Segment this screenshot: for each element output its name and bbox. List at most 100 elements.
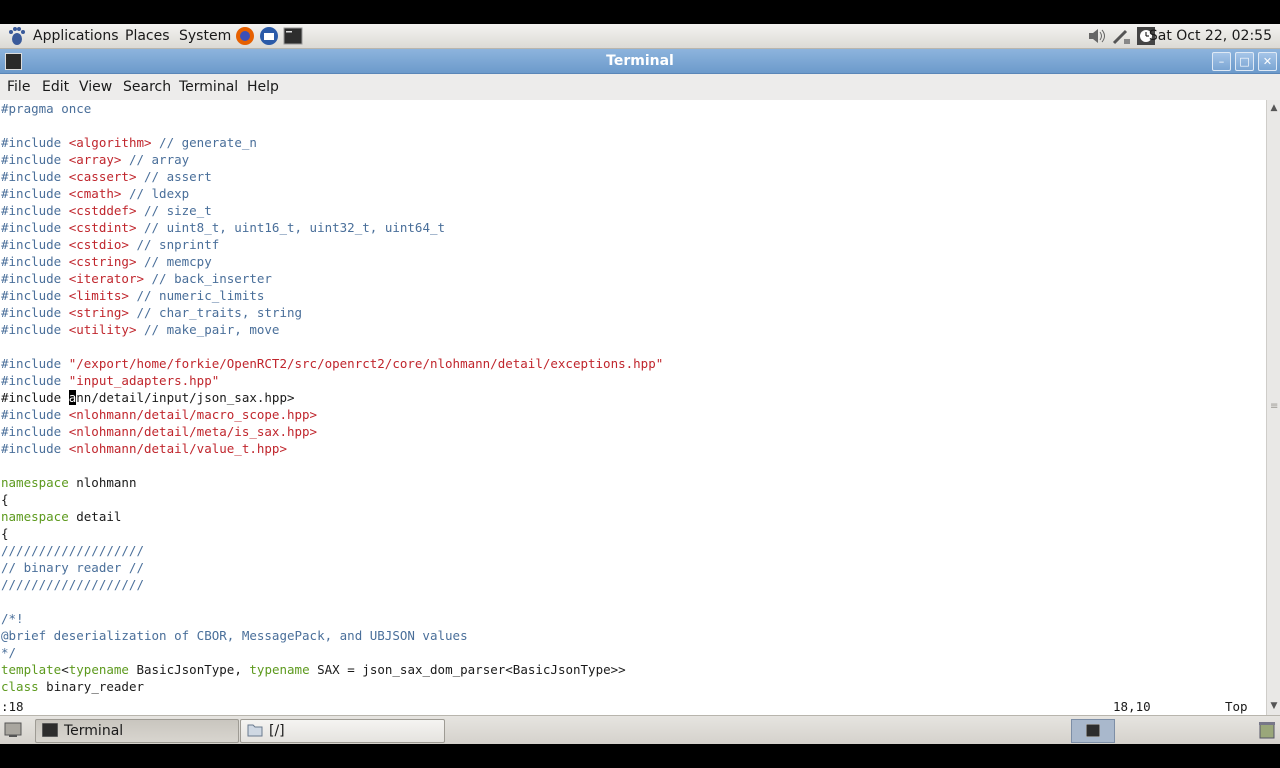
code-token: // char_traits, string	[128, 305, 303, 320]
code-line: template<typename BasicJsonType, typenam…	[1, 661, 663, 678]
system-menu[interactable]: System	[179, 24, 231, 48]
scrollbar-grip-icon[interactable]: ≡	[1270, 400, 1278, 414]
code-token: SAX = json_sax_dom_parser<BasicJsonType>…	[309, 662, 626, 677]
code-token: binary_reader	[38, 679, 144, 694]
vim-command-line: :18	[1, 699, 24, 714]
code-token: <limits>	[68, 288, 129, 303]
maximize-button[interactable]: □	[1235, 52, 1254, 71]
code-line: // binary reader //	[1, 559, 663, 576]
volume-icon[interactable]	[1087, 27, 1107, 45]
trash-icon[interactable]	[1257, 721, 1277, 739]
code-line: #include <utility> // make_pair, move	[1, 321, 663, 338]
code-line: #include <algorithm> // generate_n	[1, 134, 663, 151]
code-line: #include <string> // char_traits, string	[1, 304, 663, 321]
terminal-scrollbar[interactable]: ▲ ≡ ▼	[1266, 100, 1280, 715]
code-token: #include	[1, 305, 69, 320]
workspace-window-icon	[1086, 724, 1100, 737]
menu-help[interactable]: Help	[247, 74, 279, 100]
code-token: #include	[1, 186, 69, 201]
code-token: */	[1, 645, 17, 660]
code-token: <cstring>	[68, 254, 137, 269]
code-token: typename	[68, 662, 129, 677]
code-token: <iterator>	[68, 271, 144, 286]
code-token: <cstddef>	[68, 203, 137, 218]
code-token: <cstdio>	[68, 237, 129, 252]
code-token: // snprintf	[128, 237, 220, 252]
firefox-icon[interactable]	[235, 26, 255, 46]
window-title: Terminal	[606, 53, 674, 69]
show-desktop-icon[interactable]	[4, 722, 22, 738]
code-token: <cassert>	[68, 169, 137, 184]
window-titlebar[interactable]: Terminal – □ ✕	[0, 49, 1280, 74]
code-token: // memcpy	[136, 254, 212, 269]
taskbar-item-terminal[interactable]: Terminal	[35, 719, 239, 743]
code-token: "input_adapters.hpp"	[68, 373, 220, 388]
code-line: #include <nlohmann/detail/meta/is_sax.hp…	[1, 423, 663, 440]
code-token: namespace	[1, 475, 69, 490]
code-token: // ldexp	[121, 186, 190, 201]
workspace-switcher[interactable]	[1071, 719, 1115, 743]
cursor-position: 18,10	[1113, 699, 1151, 714]
code-token: "/export/home/forkie/OpenRCT2/src/openrc…	[68, 356, 664, 371]
code-token: // numeric_limits	[128, 288, 265, 303]
applications-menu[interactable]: Applications	[33, 24, 119, 48]
code-token: <algorithm>	[68, 135, 152, 150]
code-token: <	[61, 662, 69, 677]
code-token: <cmath>	[68, 186, 122, 201]
gnome-foot-icon[interactable]	[6, 26, 26, 46]
scroll-up-arrow-icon[interactable]: ▲	[1269, 103, 1279, 113]
code-token: <nlohmann/detail/meta/is_sax.hpp>	[68, 424, 318, 439]
code-token: // array	[121, 152, 190, 167]
scroll-position: Top	[1225, 699, 1248, 714]
editor-buffer[interactable]: #pragma once #include <algorithm> // gene…	[1, 100, 663, 695]
menu-terminal[interactable]: Terminal	[179, 74, 238, 100]
code-line: /*!	[1, 610, 663, 627]
code-line: #include <cstddef> // size_t	[1, 202, 663, 219]
menu-file[interactable]: File	[7, 74, 30, 100]
code-token: #include	[1, 254, 69, 269]
top-panel: Applications Places System Sat Oct 22, 0…	[0, 24, 1280, 49]
places-menu[interactable]: Places	[125, 24, 170, 48]
code-token: {	[1, 492, 9, 507]
code-line: #include "input_adapters.hpp"	[1, 372, 663, 389]
terminal-content[interactable]: #pragma once #include <algorithm> // gene…	[0, 100, 1266, 715]
code-line: #pragma once	[1, 100, 663, 117]
menu-view[interactable]: View	[79, 74, 112, 100]
menu-search[interactable]: Search	[123, 74, 171, 100]
code-token: nlohmann	[68, 475, 137, 490]
close-button[interactable]: ✕	[1258, 52, 1277, 71]
code-token: @brief deserialization of CBOR, MessageP…	[1, 628, 468, 643]
code-token: // generate_n	[151, 135, 257, 150]
code-token: typename	[249, 662, 310, 677]
code-token: #include	[1, 441, 69, 456]
menu-edit[interactable]: Edit	[42, 74, 69, 100]
taskbar-item-label: Terminal	[64, 723, 124, 739]
minimize-button[interactable]: –	[1212, 52, 1231, 71]
code-token: ///////////////////	[1, 577, 144, 592]
taskbar-item-folder[interactable]: [/]	[240, 719, 445, 743]
terminal-launcher-icon[interactable]	[283, 26, 303, 46]
code-line: {	[1, 491, 663, 508]
code-token: #include	[1, 169, 69, 184]
network-icon[interactable]	[1112, 27, 1132, 45]
thunderbird-icon[interactable]	[259, 26, 279, 46]
code-token: /*!	[1, 611, 24, 626]
code-token: <nlohmann/detail/value_t.hpp>	[68, 441, 287, 456]
folder-icon	[247, 724, 263, 737]
scroll-down-arrow-icon[interactable]: ▼	[1269, 701, 1279, 711]
code-line: #include <nlohmann/detail/value_t.hpp>	[1, 440, 663, 457]
clock-label[interactable]: Sat Oct 22, 02:55	[1149, 24, 1272, 48]
code-token: #include	[1, 356, 69, 371]
code-token: #include	[1, 407, 69, 422]
code-line: #include <nlohmann/detail/macro_scope.hp…	[1, 406, 663, 423]
code-token: <utility>	[68, 322, 137, 337]
code-line: #include <cassert> // assert	[1, 168, 663, 185]
code-line: ///////////////////	[1, 542, 663, 559]
code-token: class	[1, 679, 39, 694]
code-token: #include	[1, 135, 69, 150]
code-token: <nlohmann/detail/macro_scope.hpp>	[68, 407, 318, 422]
code-token: <string>	[68, 305, 129, 320]
code-line: ///////////////////	[1, 576, 663, 593]
